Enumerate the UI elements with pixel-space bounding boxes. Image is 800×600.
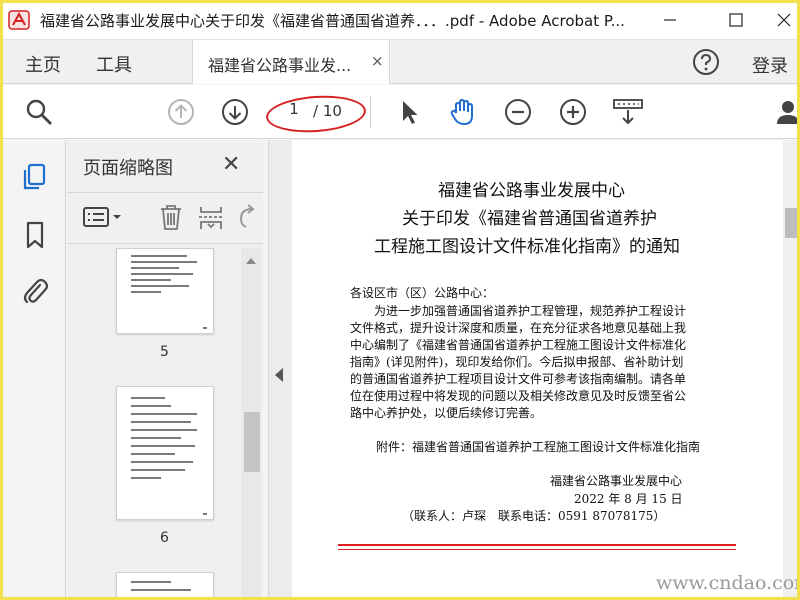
attachment-icon[interactable] [20, 276, 50, 306]
thumb-text-line [131, 469, 185, 471]
document-signature-date: 2022 年 8 月 15 日 [574, 492, 683, 506]
hand-tool-icon[interactable] [448, 97, 478, 127]
thumb-text-line [131, 429, 197, 431]
document-body-line: 的普通国省道养护工程项目设计文件可参考该指南编制。请各单 [350, 372, 687, 386]
thumbnail-scrollbar-thumb[interactable] [244, 412, 260, 472]
thumb-text-line [131, 255, 187, 257]
watermark: www.cndao.com [656, 572, 800, 594]
thumb-text-line [131, 267, 179, 269]
thumb-text-line [131, 581, 171, 583]
next-page-icon[interactable] [220, 97, 250, 127]
maximize-button[interactable] [716, 6, 756, 34]
thumb-page-mark [203, 327, 207, 329]
thumb-text-line [131, 273, 193, 275]
document-title-line: 工程施工图设计文件标准化指南》的通知 [374, 237, 680, 257]
bookmark-icon[interactable] [20, 220, 50, 250]
thumb-text-line [131, 413, 197, 415]
document-red-rule [338, 544, 736, 546]
thumb-text-line [131, 445, 195, 447]
document-title-line: 福建省公路事业发展中心 [438, 181, 625, 201]
page-thumbnails-icon[interactable] [20, 162, 50, 192]
delete-page-icon[interactable] [156, 203, 186, 231]
minimize-icon [664, 19, 676, 21]
thumb-text-line [131, 589, 191, 591]
toolbar-divider [370, 96, 371, 128]
navigation-rail [8, 140, 66, 600]
search-icon[interactable] [24, 97, 54, 127]
extract-page-icon[interactable] [196, 203, 226, 231]
document-body-line: 为进一步加强普通国省道养护工程管理，规范养护工程设计 [374, 304, 687, 318]
select-cursor-icon[interactable] [394, 97, 424, 127]
scroll-up-icon[interactable] [244, 256, 258, 266]
document-attachment: 附件：福建省普通国省道养护工程施工图设计文件标准化指南 [376, 440, 701, 454]
rotate-page-icon[interactable] [236, 203, 256, 231]
app-logo-icon [8, 10, 30, 30]
document-tab-close-button[interactable]: × [371, 52, 384, 70]
document-body-line: 位在使用过程中将发现的问题以及相关修改意见及时反馈至省公 [350, 389, 687, 403]
document-tab-label: 福建省公路事业发... [208, 56, 352, 75]
share-user-icon[interactable] [776, 97, 800, 127]
zoom-out-icon[interactable] [503, 97, 533, 127]
help-icon[interactable] [692, 48, 720, 76]
thumb-text-line [131, 405, 171, 407]
thumb-text-line [131, 421, 191, 423]
thumb-text-line [131, 261, 197, 263]
document-title-line: 关于印发《福建省普通国省道养护 [402, 209, 657, 229]
thumb-text-line [131, 477, 161, 479]
login-button[interactable]: 登录 [752, 52, 788, 78]
thumbnail-page-number: 6 [160, 530, 169, 546]
close-icon [777, 13, 791, 27]
thumb-text-line [131, 437, 181, 439]
thumbnail-page-5[interactable] [116, 248, 214, 334]
document-body-line: 指南》(详见附件)，现印发给你们。今后拟申报部、省补助计划 [350, 355, 684, 369]
thumb-text-line [131, 461, 193, 463]
document-contact: （联系人：卢琛 联系电话：0591 87078175） [402, 509, 666, 523]
thumb-page-mark [203, 513, 207, 515]
document-body-line: 各设区市（区）公路中心： [350, 286, 495, 300]
tab-home[interactable]: 主页 [25, 51, 61, 77]
document-body-line: 中心编制了《福建省普通国省道养护工程施工图设计文件标准化 [350, 338, 687, 352]
panel-title: 页面缩略图 [83, 158, 173, 179]
maximize-icon [729, 13, 743, 27]
panel-close-button[interactable]: ✕ [222, 152, 240, 177]
close-window-button[interactable] [764, 6, 800, 34]
thumb-text-line [131, 285, 189, 287]
tab-tools[interactable]: 工具 [96, 51, 132, 77]
document-body-line: 文件格式，提升设计深度和质量，在充分征求各地意见基础上我 [350, 321, 687, 335]
document-tab[interactable]: 福建省公路事业发... × [192, 40, 390, 84]
scroll-mode-icon[interactable] [612, 97, 644, 127]
collapse-arrow-icon[interactable] [275, 368, 283, 382]
previous-page-icon[interactable] [166, 97, 196, 127]
thumbnail-page-number: 5 [160, 344, 169, 360]
thumbnail-options-icon[interactable] [82, 203, 126, 231]
thumb-text-line [131, 453, 175, 455]
document-scrollbar-thumb[interactable] [785, 208, 798, 238]
minimize-button[interactable] [650, 6, 690, 34]
thumbnail-page-7[interactable] [116, 572, 214, 600]
window-title: 福建省公路事业发展中心关于印发《福建省普通国省道养．．．.pdf - Adobe… [40, 12, 625, 30]
document-red-rule [338, 549, 736, 550]
zoom-in-icon[interactable] [558, 97, 588, 127]
document-body-line: 路中心养护处，以便后续修订完善。 [350, 406, 543, 420]
thumb-text-line [131, 397, 165, 399]
thumb-text-line [131, 291, 161, 293]
thumbnail-page-6[interactable] [116, 386, 214, 520]
thumb-text-line [131, 279, 171, 281]
document-signature-org: 福建省公路事业发展中心 [550, 474, 683, 488]
